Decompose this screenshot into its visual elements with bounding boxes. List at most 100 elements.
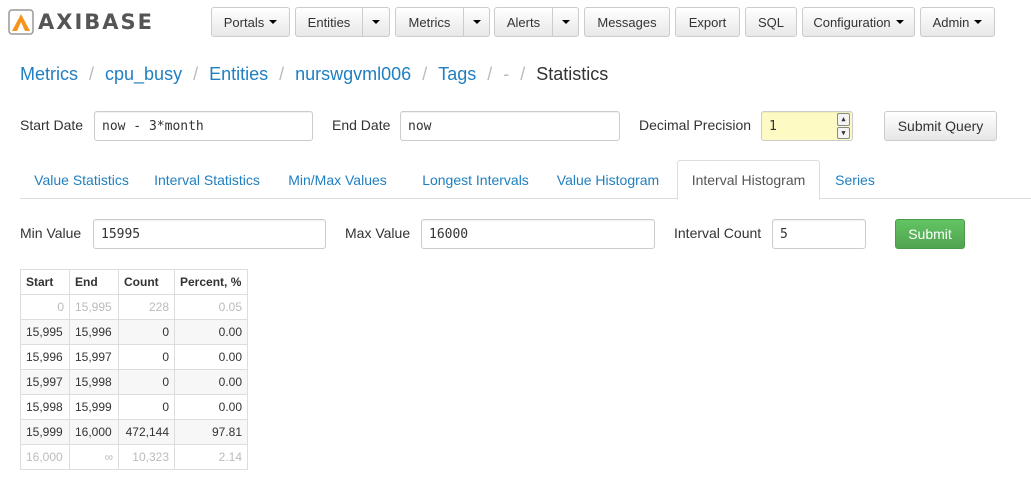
cell-count: 0 xyxy=(118,369,175,395)
nav-entities-button[interactable]: Entities xyxy=(295,7,363,37)
tab-series[interactable]: Series xyxy=(825,160,885,199)
nav-alerts-label: Alerts xyxy=(506,14,541,30)
breadcrumb-separator: / xyxy=(520,64,526,84)
tab-label: Interval Histogram xyxy=(691,172,806,188)
cell-start: 15,998 xyxy=(20,394,70,420)
start-date-value: now - 3*month xyxy=(102,118,204,134)
caret-down-icon xyxy=(895,20,904,24)
column-header-count[interactable]: Count xyxy=(118,269,175,295)
tab-longest-intervals[interactable]: Longest Intervals xyxy=(408,160,543,199)
cell-start: 15,997 xyxy=(20,369,70,395)
cell-count: 472,144 xyxy=(118,419,175,445)
breadcrumb-metric-name[interactable]: cpu_busy xyxy=(105,64,182,85)
breadcrumb-entity-name[interactable]: nurswgvml006 xyxy=(295,64,411,85)
nav-alerts-button[interactable]: Alerts xyxy=(494,7,553,37)
interval-count-value: 5 xyxy=(780,226,788,242)
caret-down-icon xyxy=(372,20,380,24)
cell-percent: 0.05 xyxy=(174,294,248,320)
table-row: 16,000 ∞ 10,323 2.14 xyxy=(20,444,248,470)
breadcrumb-separator: / xyxy=(279,64,285,84)
column-header-percent[interactable]: Percent, % xyxy=(174,269,248,295)
nav-admin-label: Admin xyxy=(932,14,970,30)
tab-label: Min/Max Values xyxy=(288,171,387,188)
column-header-start[interactable]: Start xyxy=(20,269,70,295)
cell-percent: 0.00 xyxy=(174,344,248,370)
cell-count: 10,323 xyxy=(118,444,175,470)
nav-alerts-caret-button[interactable] xyxy=(552,7,579,37)
table-row: 15,996 15,997 0 0.00 xyxy=(20,344,248,370)
max-value-value: 16000 xyxy=(429,226,469,242)
interval-count-label: Interval Count xyxy=(674,225,762,241)
submit-button[interactable]: Submit xyxy=(895,219,965,249)
nav-entities-label: Entities xyxy=(307,14,351,30)
nav-messages-button[interactable]: Messages xyxy=(584,7,670,37)
caret-down-icon xyxy=(561,20,570,24)
breadcrumb: Metrics / cpu_busy / Entities / nurswgvm… xyxy=(20,64,608,85)
cell-percent: 2.14 xyxy=(174,444,248,470)
breadcrumb-statistics: Statistics xyxy=(536,64,609,84)
min-value-label: Min Value xyxy=(20,225,82,241)
breadcrumb-separator: / xyxy=(193,64,199,84)
end-date-label: End Date xyxy=(332,117,391,133)
breadcrumb-metrics[interactable]: Metrics xyxy=(20,64,78,85)
end-date-value: now xyxy=(408,118,432,134)
nav-configuration-label: Configuration xyxy=(813,14,891,30)
breadcrumb-tags-value[interactable]: - xyxy=(503,64,509,85)
table-row: 15,999 16,000 472,144 97.81 xyxy=(20,419,248,445)
caret-down-icon xyxy=(974,20,983,24)
max-value-input[interactable]: 16000 xyxy=(421,219,655,249)
tab-label: Value Histogram xyxy=(556,171,660,188)
interval-count-input[interactable]: 5 xyxy=(772,219,866,249)
table-row: 15,997 15,998 0 0.00 xyxy=(20,369,248,395)
nav-admin-dropdown[interactable]: Admin xyxy=(920,7,995,37)
statistics-tabs: Value Statistics Interval Statistics Min… xyxy=(20,160,1031,200)
tab-interval-statistics[interactable]: Interval Statistics xyxy=(144,160,270,199)
min-value-input[interactable]: 15995 xyxy=(93,219,326,249)
max-value-label: Max Value xyxy=(345,225,411,241)
nav-metrics-caret-button[interactable] xyxy=(463,7,490,37)
caret-down-icon xyxy=(269,20,278,24)
end-date-input[interactable]: now xyxy=(400,111,620,141)
cell-end: 16,000 xyxy=(69,419,119,445)
nav-messages-label: Messages xyxy=(597,14,657,30)
nav-metrics-label: Metrics xyxy=(408,14,451,30)
cell-start: 0 xyxy=(20,294,70,320)
interval-histogram-table: Start End Count Percent, % 0 15,995 228 … xyxy=(20,269,248,470)
cell-start: 16,000 xyxy=(20,444,70,470)
logo[interactable]: AXIBASE xyxy=(8,8,154,36)
top-navbar: AXIBASE Portals Entities Metrics Alerts … xyxy=(0,0,1031,44)
spin-down-icon[interactable]: ▼ xyxy=(837,126,850,139)
table-row: 15,998 15,999 0 0.00 xyxy=(20,394,248,420)
cell-percent: 0.00 xyxy=(174,319,248,345)
tab-value-statistics[interactable]: Value Statistics xyxy=(20,160,143,199)
submit-query-button[interactable]: Submit Query xyxy=(884,111,997,141)
min-value-value: 15995 xyxy=(101,226,141,242)
breadcrumb-tags[interactable]: Tags xyxy=(438,64,476,85)
start-date-input[interactable]: now - 3*month xyxy=(94,111,313,141)
nav-sql-button[interactable]: SQL xyxy=(745,7,797,37)
cell-count: 0 xyxy=(118,394,175,420)
tab-interval-histogram[interactable]: Interval Histogram xyxy=(677,160,820,200)
cell-end: 15,996 xyxy=(69,319,119,345)
spin-up-icon[interactable]: ▲ xyxy=(837,113,850,126)
breadcrumb-separator: / xyxy=(422,64,428,84)
nav-export-label: Export xyxy=(688,14,727,30)
breadcrumb-separator: / xyxy=(89,64,95,84)
table-header-row: Start End Count Percent, % xyxy=(20,269,248,295)
tab-min-max-values[interactable]: Min/Max Values xyxy=(280,160,395,199)
tab-value-histogram[interactable]: Value Histogram xyxy=(548,160,668,199)
cell-percent: 0.00 xyxy=(174,369,248,395)
cell-start: 15,996 xyxy=(20,344,70,370)
axibase-logo-icon xyxy=(8,9,34,35)
column-header-end[interactable]: End xyxy=(69,269,119,295)
breadcrumb-separator: / xyxy=(487,64,493,84)
nav-metrics-button[interactable]: Metrics xyxy=(395,7,464,37)
nav-configuration-dropdown[interactable]: Configuration xyxy=(802,7,915,37)
decimal-precision-input[interactable]: 1 ▲ ▼ xyxy=(761,111,853,141)
nav-export-button[interactable]: Export xyxy=(675,7,740,37)
nav-portals-dropdown[interactable]: Portals xyxy=(211,7,290,37)
nav-entities-caret-button[interactable] xyxy=(362,7,390,37)
cell-percent: 0.00 xyxy=(174,394,248,420)
breadcrumb-entities[interactable]: Entities xyxy=(209,64,268,85)
table-row: 15,995 15,996 0 0.00 xyxy=(20,319,248,345)
